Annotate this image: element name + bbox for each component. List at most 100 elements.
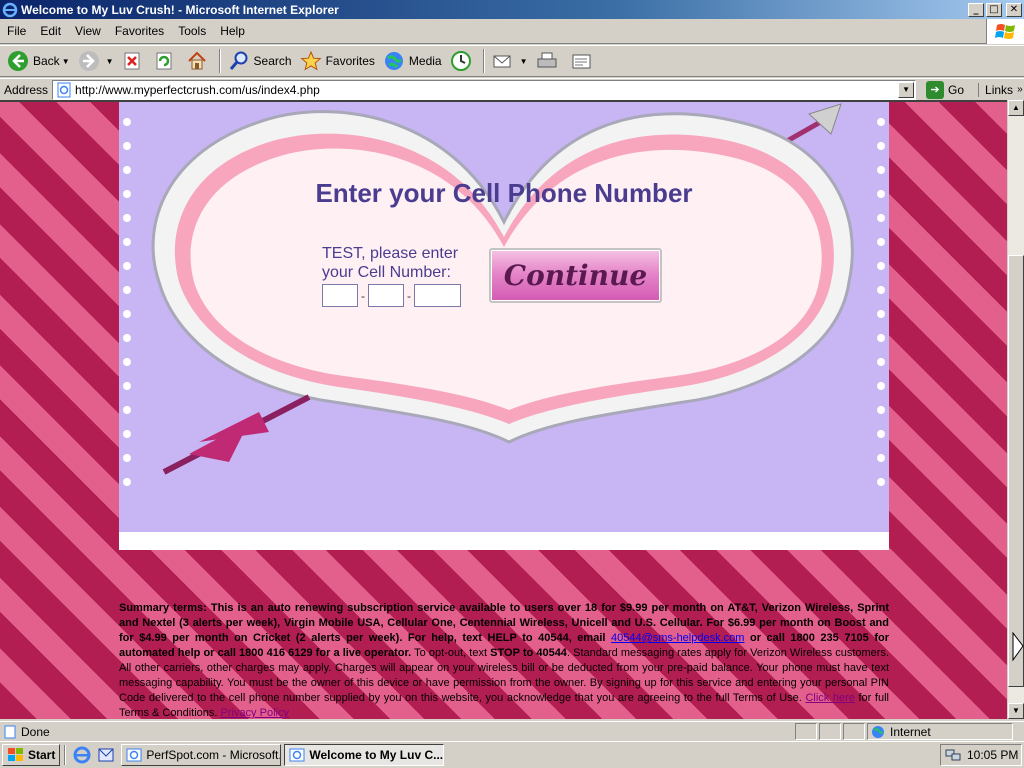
browser-viewport: Enter your Cell Phone Number TEST, pleas… [0, 100, 1007, 719]
window-title: Welcome to My Luv Crush! - Microsoft Int… [21, 2, 339, 17]
menu-bar: File Edit View Favorites Tools Help [0, 19, 1024, 44]
phone-separator: - [407, 288, 411, 303]
page-done-icon [4, 725, 16, 738]
search-label: Search [253, 54, 292, 68]
phone-separator: - [361, 288, 365, 303]
continue-button[interactable]: Continue [489, 248, 662, 303]
minimize-button[interactable]: _ [968, 2, 984, 17]
task-label: PerfSpot.com - Microsoft... [146, 748, 282, 762]
address-field[interactable]: http://www.myperfectcrush.com/us/index4.… [52, 79, 917, 100]
continue-label: Continue [503, 259, 648, 292]
zone-label: Internet [890, 724, 931, 739]
status-cell [795, 723, 817, 740]
forward-button[interactable]: ▼ [74, 47, 118, 75]
page-icon [57, 82, 71, 97]
menu-favorites[interactable]: Favorites [108, 24, 171, 38]
menu-file[interactable]: File [0, 24, 33, 38]
toolbar-separator [218, 49, 221, 73]
windows-logo-icon [986, 19, 1024, 44]
address-url[interactable]: http://www.myperfectcrush.com/us/index4.… [75, 83, 898, 97]
mail-icon [493, 55, 511, 68]
print-button[interactable] [532, 47, 566, 75]
ie-icon [2, 2, 18, 17]
media-globe-icon [384, 52, 403, 70]
search-button[interactable]: Search [224, 47, 296, 75]
title-bar: Welcome to My Luv Crush! - Microsoft Int… [0, 0, 1024, 19]
history-icon [450, 51, 471, 71]
address-label: Address [4, 82, 49, 97]
page-headline: Enter your Cell Phone Number [315, 178, 693, 208]
address-bar: Address http://www.myperfectcrush.com/us… [0, 78, 1024, 100]
back-dropdown-icon[interactable]: ▼ [62, 57, 70, 66]
menu-help[interactable]: Help [213, 24, 252, 38]
edit-button[interactable] [566, 47, 600, 75]
scroll-up-icon[interactable]: ▲ [1008, 100, 1024, 116]
ie-quicklaunch-icon[interactable] [73, 746, 91, 764]
links-chevron-icon: » [1017, 84, 1023, 95]
phone-line-input[interactable] [414, 284, 461, 307]
links-button[interactable]: Links » [978, 82, 1023, 97]
hearts-graphic [123, 103, 885, 486]
history-button[interactable] [446, 47, 480, 75]
scroll-down-icon[interactable]: ▼ [1008, 703, 1024, 719]
toolbar: Back ▼ ▼ Search Favorites Media ▼ [0, 45, 1024, 77]
start-label: Start [28, 748, 56, 762]
go-label: Go [948, 82, 965, 97]
phone-number-row: - - [322, 284, 461, 307]
ie-task-icon [126, 748, 142, 762]
phone-prefix-input[interactable] [368, 284, 404, 307]
stop-icon [124, 52, 140, 70]
mail-dropdown-icon[interactable]: ▼ [520, 57, 528, 66]
phone-prompt: TEST, please enter your Cell Number: [322, 245, 459, 281]
task-button-luvcrush[interactable]: Welcome to My Luv C... [284, 744, 445, 766]
summary-terms: Summary terms: This is an auto renewing … [119, 601, 889, 719]
status-text: Done [21, 724, 50, 739]
scallop-border [119, 498, 889, 518]
address-dropdown-icon[interactable]: ▼ [898, 81, 915, 98]
phone-area-code-input[interactable] [322, 284, 358, 307]
menu-tools[interactable]: Tools [171, 24, 213, 38]
forward-dropdown-icon[interactable]: ▼ [106, 57, 114, 66]
go-button[interactable]: ➔ Go [922, 80, 968, 99]
task-button-perfspot[interactable]: PerfSpot.com - Microsoft... [121, 744, 282, 766]
favorites-label: Favorites [325, 54, 375, 68]
terms-text-1: To opt-out, text [414, 647, 488, 659]
back-label: Back [33, 54, 60, 68]
terms-stop-text: STOP to 40544 [490, 647, 567, 659]
search-icon [229, 51, 248, 70]
vertical-scrollbar[interactable]: ▲ ▼ [1007, 100, 1024, 719]
close-button[interactable]: ✕ [1006, 2, 1022, 17]
back-button[interactable]: Back ▼ [3, 47, 74, 75]
menu-edit[interactable]: Edit [33, 24, 68, 38]
media-button[interactable]: Media [379, 47, 446, 75]
maximize-button[interactable]: □ [986, 2, 1002, 17]
stop-button[interactable] [118, 47, 150, 75]
favorites-button[interactable]: Favorites [296, 47, 379, 75]
edit-page-icon [572, 54, 591, 69]
clock[interactable]: 10:05 PM [967, 748, 1018, 762]
mail-button[interactable]: ▼ [488, 47, 532, 75]
click-here-link[interactable]: Click here [805, 692, 854, 704]
back-arrow-icon [8, 51, 28, 71]
internet-globe-icon [872, 725, 884, 738]
scroll-thumb[interactable] [1008, 255, 1024, 687]
menu-view[interactable]: View [68, 24, 108, 38]
media-label: Media [408, 54, 442, 68]
status-cell [843, 723, 865, 740]
helpdesk-email-link[interactable]: 40544@sms-helpdesk.com [611, 632, 744, 644]
home-button[interactable] [182, 47, 216, 75]
start-button[interactable]: Start [2, 744, 61, 766]
refresh-icon [156, 52, 172, 70]
taskbar: Start PerfSpot.com - Microsoft... Welcom… [0, 741, 1024, 768]
refresh-button[interactable] [150, 47, 182, 75]
printer-icon [537, 52, 557, 68]
quicklaunch-separator [64, 745, 67, 765]
network-icon[interactable] [945, 747, 961, 763]
lavender-panel [119, 102, 889, 532]
links-label: Links [985, 82, 1014, 97]
toolbar-separator [482, 49, 485, 73]
task-label: Welcome to My Luv C... [309, 748, 444, 762]
page-frame [119, 102, 889, 550]
outlook-quicklaunch-icon[interactable] [97, 746, 115, 764]
privacy-policy-link[interactable]: Privacy Policy [221, 707, 289, 719]
